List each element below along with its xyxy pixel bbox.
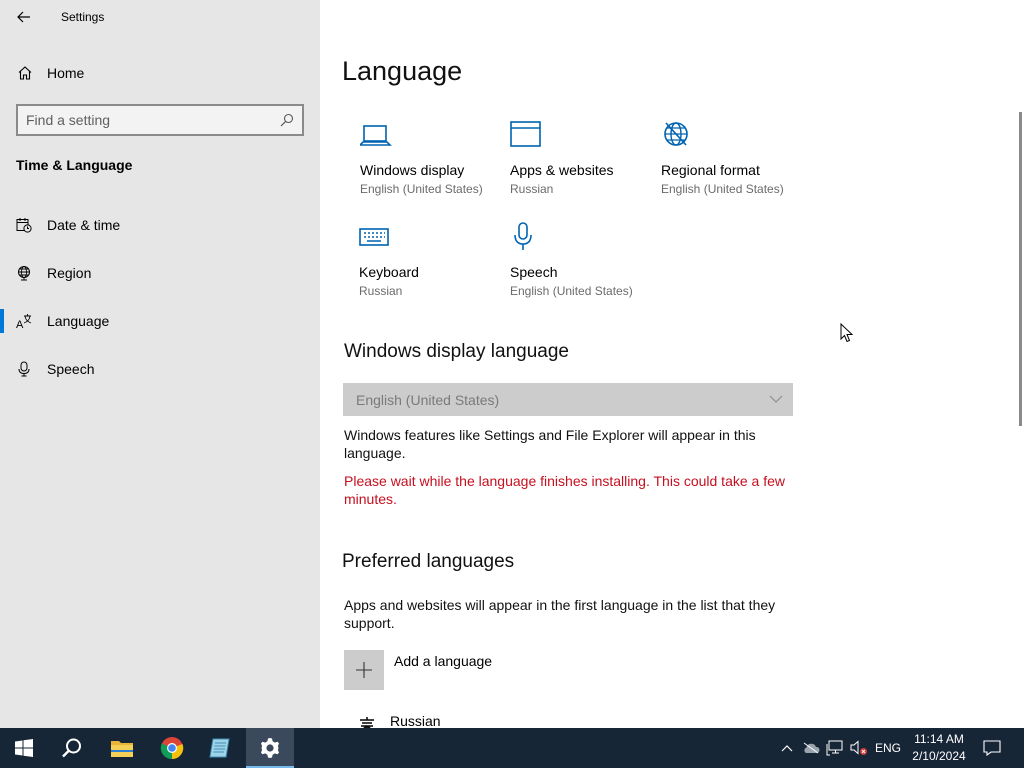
globe-icon	[18, 266, 30, 281]
display-language-description: Windows features like Settings and File …	[344, 427, 756, 461]
sidebar-item-label: Date & time	[47, 217, 121, 233]
home-icon	[18, 66, 32, 80]
sidebar-item-speech[interactable]: Speech	[0, 351, 320, 387]
main-content: Language Windows display English (United…	[320, 0, 1024, 728]
sidebar-item-region[interactable]: Region	[0, 255, 320, 291]
sidebar-item-date-time[interactable]: Date & time	[0, 207, 320, 243]
chevron-up-icon	[781, 745, 793, 752]
notepad-icon	[209, 738, 230, 758]
add-language-button[interactable]: Add a language	[344, 650, 584, 690]
browser-window-icon	[510, 121, 541, 147]
cloud-offline-icon	[803, 742, 820, 754]
network-tray-button[interactable]	[824, 728, 846, 768]
sidebar-item-label: Language	[47, 313, 110, 329]
tile-value: English (United States)	[510, 284, 633, 298]
app-title: Settings	[61, 10, 105, 24]
keyboard-icon	[359, 228, 389, 246]
tile-label: Regional format	[661, 162, 760, 178]
volume-muted-icon	[850, 740, 867, 755]
preferred-languages-heading: Preferred languages	[342, 551, 515, 572]
calendar-clock-icon	[16, 218, 32, 233]
tile-label: Speech	[510, 264, 558, 280]
file-explorer-button[interactable]	[98, 728, 146, 768]
settings-button[interactable]	[246, 728, 294, 768]
notification-icon	[983, 740, 1001, 756]
add-language-label: Add a language	[394, 653, 493, 669]
settings-window: Settings Home Time & Language Date & tim…	[0, 0, 1024, 728]
onedrive-tray-button[interactable]	[800, 728, 822, 768]
clock-time: 11:14 AM	[914, 732, 964, 746]
preferred-languages-description: Apps and websites will appear in the fir…	[344, 597, 776, 631]
search-input[interactable]	[26, 111, 276, 129]
sidebar-item-label: Region	[47, 265, 92, 281]
section-title: Time & Language	[16, 157, 133, 173]
tile-label: Keyboard	[359, 264, 419, 280]
scrollbar[interactable]	[1019, 112, 1022, 426]
tile-value: English (United States)	[661, 182, 784, 196]
language-label: Russian	[390, 713, 441, 728]
taskbar: ENG 11:14 AM 2/10/2024	[0, 728, 1024, 768]
tile-label: Apps & websites	[510, 162, 614, 178]
install-warning: Please wait while the language finishes …	[344, 473, 785, 507]
windows-logo-icon	[15, 739, 33, 757]
mouse-cursor-icon	[840, 323, 854, 343]
display-language-dropdown[interactable]: English (United States)	[343, 383, 793, 416]
tile-value: English (United States)	[360, 182, 483, 196]
display-language-heading: Windows display language	[344, 341, 569, 362]
gear-icon	[261, 738, 279, 758]
microphone-icon	[514, 222, 532, 250]
tile-value: Russian	[510, 182, 554, 196]
tile-keyboard[interactable]: Keyboard Russian	[359, 222, 509, 318]
notepad-button[interactable]	[196, 728, 244, 768]
back-arrow-icon	[17, 11, 30, 23]
svg-text:A: A	[16, 319, 24, 329]
chrome-icon	[160, 737, 184, 760]
chevron-down-icon	[769, 395, 783, 403]
tile-apps-websites[interactable]: Apps & websites Russian	[510, 120, 660, 216]
laptop-icon	[360, 125, 392, 146]
chrome-button[interactable]	[148, 728, 196, 768]
clock[interactable]: 11:14 AM 2/10/2024	[904, 731, 974, 765]
tile-windows-display[interactable]: Windows display English (United States)	[360, 120, 510, 216]
search-icon	[62, 738, 81, 758]
tile-label: Windows display	[360, 162, 465, 178]
folder-icon	[111, 741, 133, 757]
tile-regional-format[interactable]: Regional format English (United States)	[661, 120, 811, 216]
page-title: Language	[342, 56, 463, 86]
dropdown-value: English (United States)	[356, 392, 500, 408]
sidebar-item-home[interactable]: Home	[0, 60, 320, 86]
search-box[interactable]	[16, 104, 304, 136]
language-item-russian[interactable]: Russian	[344, 710, 644, 728]
regional-format-icon	[664, 122, 688, 146]
back-button[interactable]	[12, 6, 36, 28]
sidebar-item-language[interactable]: A Language	[0, 303, 320, 339]
start-button[interactable]	[0, 728, 48, 768]
sidebar-item-label: Speech	[47, 361, 95, 377]
action-center-button[interactable]	[978, 728, 1006, 768]
language-glyph-icon	[360, 717, 374, 728]
input-language-indicator[interactable]: ENG	[872, 728, 904, 768]
language-icon: A	[16, 314, 32, 329]
search-button[interactable]	[48, 728, 96, 768]
network-icon	[826, 740, 843, 756]
microphone-icon	[18, 361, 30, 377]
sidebar-item-label: Home	[47, 65, 85, 81]
clock-date: 2/10/2024	[912, 749, 966, 763]
sidebar: Settings Home Time & Language Date & tim…	[0, 0, 320, 728]
volume-tray-button[interactable]	[848, 728, 870, 768]
tile-speech[interactable]: Speech English (United States)	[510, 222, 660, 318]
show-hidden-icons-button[interactable]	[776, 728, 798, 768]
plus-icon	[344, 650, 384, 690]
tile-value: Russian	[359, 284, 403, 298]
search-icon	[280, 113, 294, 127]
